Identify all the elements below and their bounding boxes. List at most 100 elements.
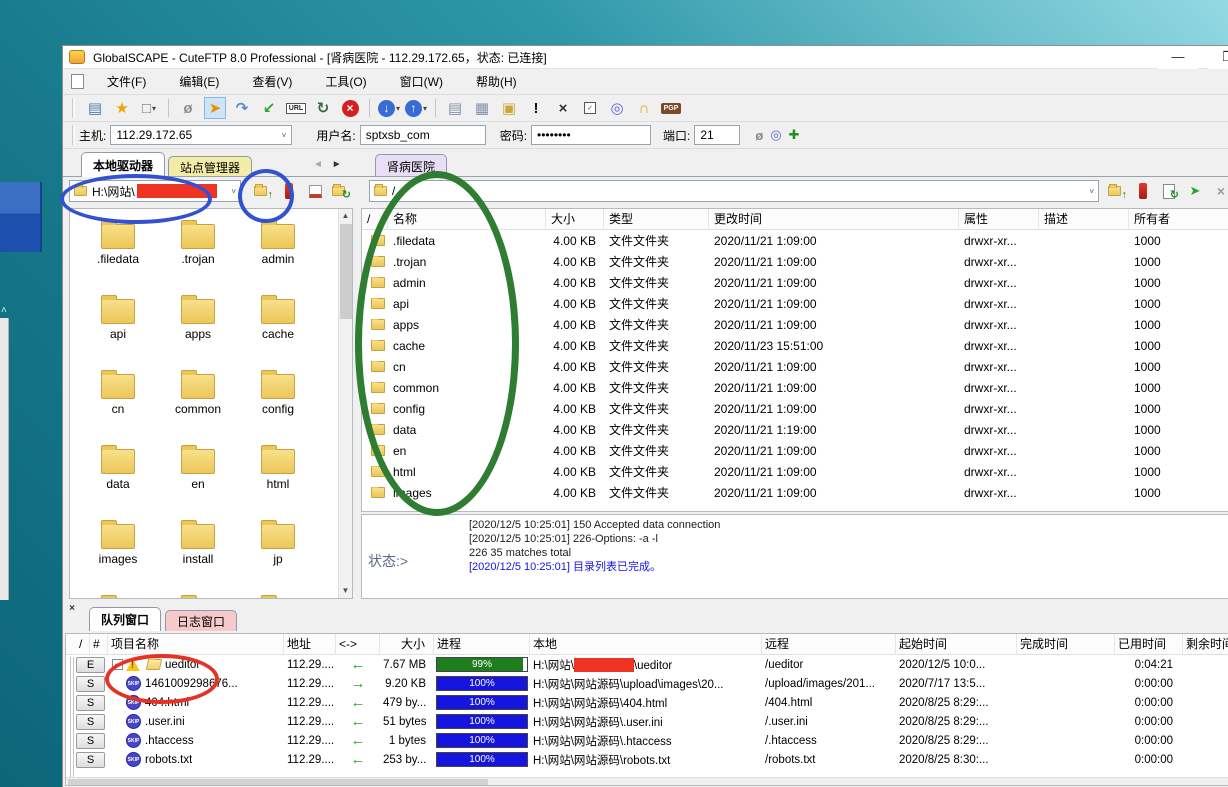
- properties-icon[interactable]: ✓: [579, 97, 601, 119]
- remote-file-list[interactable]: /名称大小类型更改时间属性描述所有者 .filedata4.00 KB文件文件夹…: [361, 208, 1228, 512]
- session-icon[interactable]: ↷: [231, 97, 253, 119]
- queue-column-header-5[interactable]: 大小: [380, 634, 434, 655]
- rename-icon[interactable]: ▦: [471, 97, 493, 119]
- tab-remote-site[interactable]: 肾病医院: [375, 154, 447, 177]
- local-folder-item[interactable]: en: [158, 436, 238, 511]
- password-input[interactable]: ••••••••: [531, 125, 651, 145]
- download-icon[interactable]: ↓▾: [378, 97, 400, 119]
- queue-status-button[interactable]: S: [76, 733, 105, 749]
- local-scrollbar[interactable]: ▲ ▼: [338, 209, 352, 598]
- queue-column-header-11[interactable]: 已用时间: [1115, 634, 1183, 655]
- refresh-list-icon[interactable]: ↻: [1159, 181, 1179, 201]
- new-item-icon[interactable]: □▾: [138, 97, 160, 119]
- maximize-button[interactable]: ❐: [1208, 46, 1228, 69]
- scroll-down-icon[interactable]: ▼: [339, 584, 352, 598]
- dropdown-caret-icon[interactable]: ▾: [396, 104, 400, 113]
- remote-file-row[interactable]: common4.00 KB文件文件夹2020/11/21 1:09:00drwx…: [362, 377, 1228, 398]
- local-folder-item[interactable]: apps: [158, 286, 238, 361]
- queue-grip[interactable]: [70, 657, 74, 777]
- remote-file-row[interactable]: data4.00 KB文件文件夹2020/11/21 1:19:00drwxr-…: [362, 419, 1228, 440]
- remote-path-dropdown-icon[interactable]: ˅: [1083, 187, 1094, 196]
- dropdown-caret-icon[interactable]: ▾: [423, 104, 427, 113]
- local-folder-item[interactable]: common: [158, 361, 238, 436]
- host-input[interactable]: 112.29.172.65 ˅: [110, 125, 292, 145]
- minimize-button[interactable]: —: [1158, 46, 1198, 69]
- local-folder-item[interactable]: install: [158, 511, 238, 586]
- local-path-input[interactable]: H:\网站\ ˅: [69, 180, 241, 202]
- tab-local-drives[interactable]: 本地驱动器: [81, 152, 165, 177]
- menu-item-文件(F)[interactable]: 文件(F): [98, 69, 155, 94]
- local-folder-item[interactable]: admin: [238, 211, 318, 286]
- queue-row[interactable]: SSKIP404.html112.29....←479 by...100%H:\…: [66, 693, 1228, 712]
- transfer-selected-icon[interactable]: ↙: [258, 97, 280, 119]
- edit-notes-icon[interactable]: ▤: [444, 97, 466, 119]
- queue-status-button[interactable]: S: [76, 714, 105, 730]
- host-dropdown-icon[interactable]: ˅: [276, 131, 287, 140]
- menu-item-编辑(E)[interactable]: 编辑(E): [170, 69, 228, 94]
- remote-file-row[interactable]: images4.00 KB文件文件夹2020/11/21 1:09:00drwx…: [362, 482, 1228, 503]
- view-icon[interactable]: [305, 181, 325, 201]
- delete-icon[interactable]: ×: [552, 97, 574, 119]
- menu-item-查看(V)[interactable]: 查看(V): [243, 69, 301, 94]
- remote-file-row[interactable]: .filedata4.00 KB文件文件夹2020/11/21 1:09:00d…: [362, 230, 1228, 251]
- cancel-icon[interactable]: ×: [1211, 181, 1228, 201]
- headphones-icon[interactable]: ∩: [633, 97, 655, 119]
- stop-transfer-icon[interactable]: [1133, 181, 1153, 201]
- queue-status-button[interactable]: S: [76, 695, 105, 711]
- stop-icon[interactable]: ×: [339, 97, 361, 119]
- tab-scroll-left-icon[interactable]: ◄: [313, 159, 323, 170]
- local-folder-item[interactable]: .trojan: [158, 211, 238, 286]
- queue-row[interactable]: SSKIP.user.ini112.29....←51 bytes100%H:\…: [66, 712, 1228, 731]
- up-directory-icon[interactable]: ↑: [253, 181, 273, 201]
- refresh-folder-icon[interactable]: ↻: [331, 181, 351, 201]
- tab-log-window[interactable]: 日志窗口: [165, 610, 237, 631]
- remote-file-row[interactable]: cn4.00 KB文件文件夹2020/11/21 1:09:00drwxr-xr…: [362, 356, 1228, 377]
- ftp-log-pane[interactable]: 状态:> [2020/12/5 10:25:01] 150 Accepted d…: [361, 514, 1228, 599]
- queue-column-header-0[interactable]: /: [76, 634, 90, 655]
- queue-status-button[interactable]: S: [76, 676, 105, 692]
- queue-column-header-12[interactable]: 剩余时间: [1183, 634, 1228, 655]
- connection-wizard-icon[interactable]: ★: [111, 97, 133, 119]
- scrollbar-thumb[interactable]: [340, 224, 352, 319]
- tab-queue-window[interactable]: 队列窗口: [89, 607, 161, 631]
- queue-row[interactable]: SSKIP.htaccess112.29....←1 bytes100%H:\网…: [66, 731, 1228, 750]
- queue-column-header-7[interactable]: 本地: [530, 634, 762, 655]
- tab-scroll-right-icon[interactable]: ►: [332, 159, 342, 170]
- scroll-up-icon[interactable]: ▲: [339, 209, 352, 223]
- local-folder-item[interactable]: cache: [238, 286, 318, 361]
- port-input[interactable]: 21: [694, 125, 740, 145]
- local-folder-item[interactable]: jp: [238, 511, 318, 586]
- remote-column-header-0[interactable]: /: [362, 209, 388, 230]
- queue-row[interactable]: SSKIProbots.txt112.29....←253 by...100%H…: [66, 750, 1228, 769]
- local-folder-item[interactable]: config: [238, 361, 318, 436]
- queue-column-header-10[interactable]: 完成时间: [1017, 634, 1115, 655]
- local-folder-item[interactable]: images: [78, 511, 158, 586]
- menu-item-窗口(W)[interactable]: 窗口(W): [391, 69, 452, 94]
- upload-icon[interactable]: ↑▾: [405, 97, 427, 119]
- local-path-dropdown-icon[interactable]: ˅: [225, 187, 236, 196]
- local-folder-item[interactable]: .filedata: [78, 211, 158, 286]
- remote-file-row[interactable]: api4.00 KB文件文件夹2020/11/21 1:09:00drwxr-x…: [362, 293, 1228, 314]
- new-folder-icon[interactable]: ▣: [498, 97, 520, 119]
- execute-icon[interactable]: !: [525, 97, 547, 119]
- queue-hscrollbar[interactable]: [66, 777, 1228, 785]
- remote-file-row[interactable]: html4.00 KB文件文件夹2020/11/21 1:09:00drwxr-…: [362, 461, 1228, 482]
- menu-item-工具(O)[interactable]: 工具(O): [316, 69, 375, 94]
- tab-site-manager[interactable]: 站点管理器: [168, 156, 252, 177]
- local-file-list[interactable]: .filedata.trojanadminapiappscachecncommo…: [69, 208, 353, 599]
- remote-column-header-6[interactable]: 描述: [1039, 209, 1129, 230]
- local-folder-item[interactable]: data: [78, 436, 158, 511]
- local-folder-item[interactable]: cn: [78, 361, 158, 436]
- dropdown-caret-icon[interactable]: ▾: [152, 104, 156, 113]
- queue-table[interactable]: /#项目名称地址<->大小进程本地远程起始时间完成时间已用时间剩余时间 E−!u…: [65, 633, 1228, 786]
- queue-row[interactable]: SSKIP1461009298676...112.29....→9.20 KB1…: [66, 674, 1228, 693]
- url-icon[interactable]: URL: [285, 97, 307, 119]
- queue-status-button[interactable]: E: [76, 657, 105, 673]
- remote-file-row[interactable]: admin4.00 KB文件文件夹2020/11/21 1:09:00drwxr…: [362, 272, 1228, 293]
- up-directory-icon[interactable]: ↑: [1107, 181, 1127, 201]
- toolbar-grip[interactable]: [72, 98, 75, 118]
- remote-path-input[interactable]: / ˅: [369, 180, 1099, 202]
- queue-row[interactable]: E−!ueditor112.29....←7.67 MB99%H:\网站\\ue…: [66, 655, 1228, 674]
- remote-column-header-4[interactable]: 更改时间: [709, 209, 959, 230]
- quickconnect-grip[interactable]: [72, 125, 75, 145]
